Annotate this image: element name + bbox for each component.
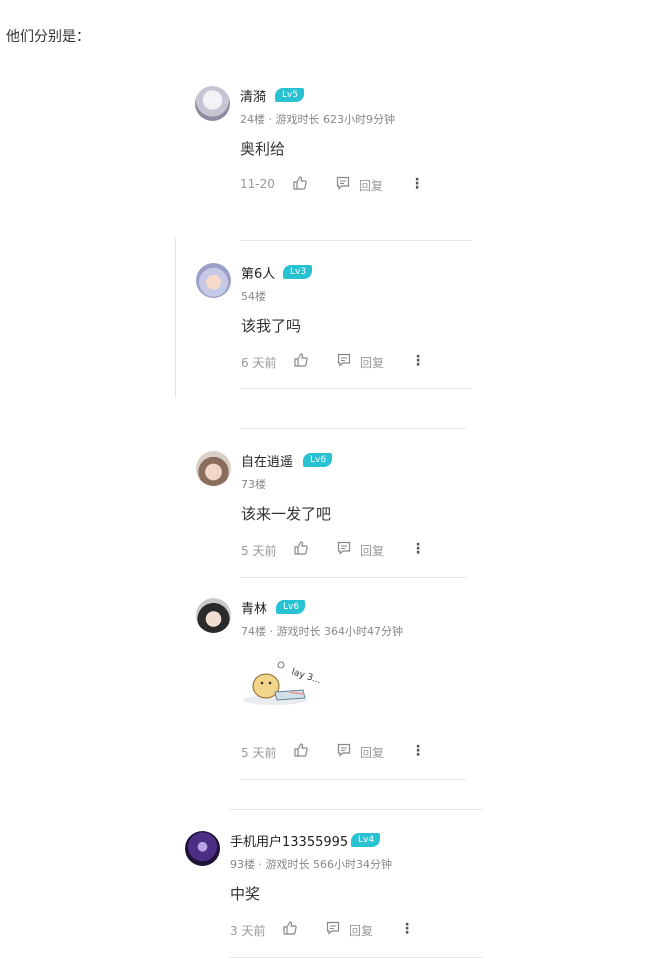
comment-time: 5 天前 xyxy=(241,544,277,558)
avatar[interactable] xyxy=(196,263,231,298)
comment-icon[interactable] xyxy=(337,541,351,555)
username[interactable]: 自在逍遥 xyxy=(241,451,293,470)
avatar[interactable] xyxy=(196,451,231,486)
username[interactable]: 清漪 xyxy=(240,86,266,105)
comment-text: 该来一发了吧 xyxy=(241,505,332,523)
comment-time: 11-20 xyxy=(240,177,275,191)
username[interactable]: 青林 xyxy=(241,598,267,617)
comment-actions: 11-20 回复 ⋮ xyxy=(240,175,440,194)
thumbs-up-icon[interactable] xyxy=(293,742,309,758)
comment-time: 5 天前 xyxy=(241,746,277,760)
divider xyxy=(240,240,472,241)
thumbs-up-icon[interactable] xyxy=(292,175,308,191)
avatar[interactable] xyxy=(185,831,220,866)
divider xyxy=(240,388,472,389)
more-vertical-icon[interactable]: ⋮ xyxy=(411,353,425,369)
username[interactable]: 手机用户13355995 xyxy=(230,831,348,850)
comment-icon[interactable] xyxy=(337,743,351,757)
more-vertical-icon[interactable]: ⋮ xyxy=(411,541,425,557)
comment-card: 青林 Lv6 74楼 · 游戏时长 364小时47分钟 lay 3... 5 天… xyxy=(196,598,486,768)
level-badge: Lv5 xyxy=(275,88,305,102)
reply-button[interactable]: 回复 xyxy=(360,354,384,371)
comment-card: 手机用户13355995 Lv4 93楼 · 游戏时长 566小时34分钟 中奖… xyxy=(185,831,475,951)
divider xyxy=(240,577,466,578)
sticker-text: lay 3... xyxy=(290,667,322,686)
avatar[interactable] xyxy=(195,86,230,121)
level-badge: Lv4 xyxy=(351,833,381,847)
comment-meta: 73楼 xyxy=(241,478,266,491)
comment-card: 第6人 Lv3 54楼 该我了吗 6 天前 回复 ⋮ xyxy=(196,263,486,383)
comment-meta: 93楼 · 游戏时长 566小时34分钟 xyxy=(230,858,392,871)
divider xyxy=(229,957,483,958)
comment-card: 清漪 Lv5 24楼 · 游戏时长 623小时9分钟 奥利给 11-20 回复 … xyxy=(195,86,485,206)
intro-text: 他们分别是： xyxy=(6,29,90,45)
comment-text: 中奖 xyxy=(230,885,261,903)
comment-meta: 74楼 · 游戏时长 364小时47分钟 xyxy=(241,625,403,638)
comment-text: 该我了吗 xyxy=(241,317,302,335)
comment-icon[interactable] xyxy=(326,921,340,935)
divider xyxy=(229,809,483,810)
more-vertical-icon[interactable]: ⋮ xyxy=(400,921,414,937)
comment-text: 奥利给 xyxy=(240,140,286,158)
level-badge: Lv3 xyxy=(283,265,313,279)
divider xyxy=(240,779,466,780)
comment-card: 自在逍遥 Lv6 73楼 该来一发了吧 5 天前 回复 ⋮ xyxy=(196,451,486,571)
reply-button[interactable]: 回复 xyxy=(360,744,384,761)
divider xyxy=(240,428,466,429)
thumbs-up-icon[interactable] xyxy=(282,920,298,936)
comment-actions: 5 天前 回复 ⋮ xyxy=(241,742,441,761)
comment-actions: 3 天前 回复 ⋮ xyxy=(230,920,430,939)
comment-time: 6 天前 xyxy=(241,356,277,370)
thumbs-up-icon[interactable] xyxy=(293,352,309,368)
level-badge: Lv6 xyxy=(276,600,306,614)
comment-icon[interactable] xyxy=(336,176,350,190)
sticker-image: lay 3... xyxy=(243,661,322,705)
comment-icon[interactable] xyxy=(337,353,351,367)
comment-actions: 5 天前 回复 ⋮ xyxy=(241,540,441,559)
more-vertical-icon[interactable]: ⋮ xyxy=(410,176,424,192)
comment-actions: 6 天前 回复 ⋮ xyxy=(241,352,441,371)
reply-button[interactable]: 回复 xyxy=(359,177,383,194)
comment-meta: 54楼 xyxy=(241,290,266,303)
username[interactable]: 第6人 xyxy=(241,263,275,282)
thumbs-up-icon[interactable] xyxy=(293,540,309,556)
comment-time: 3 天前 xyxy=(230,924,266,938)
reply-button[interactable]: 回复 xyxy=(349,922,373,939)
more-vertical-icon[interactable]: ⋮ xyxy=(411,743,425,759)
thread-line xyxy=(175,238,176,398)
comment-meta: 24楼 · 游戏时长 623小时9分钟 xyxy=(240,113,395,126)
avatar[interactable] xyxy=(196,598,231,633)
level-badge: Lv6 xyxy=(303,453,333,467)
reply-button[interactable]: 回复 xyxy=(360,542,384,559)
